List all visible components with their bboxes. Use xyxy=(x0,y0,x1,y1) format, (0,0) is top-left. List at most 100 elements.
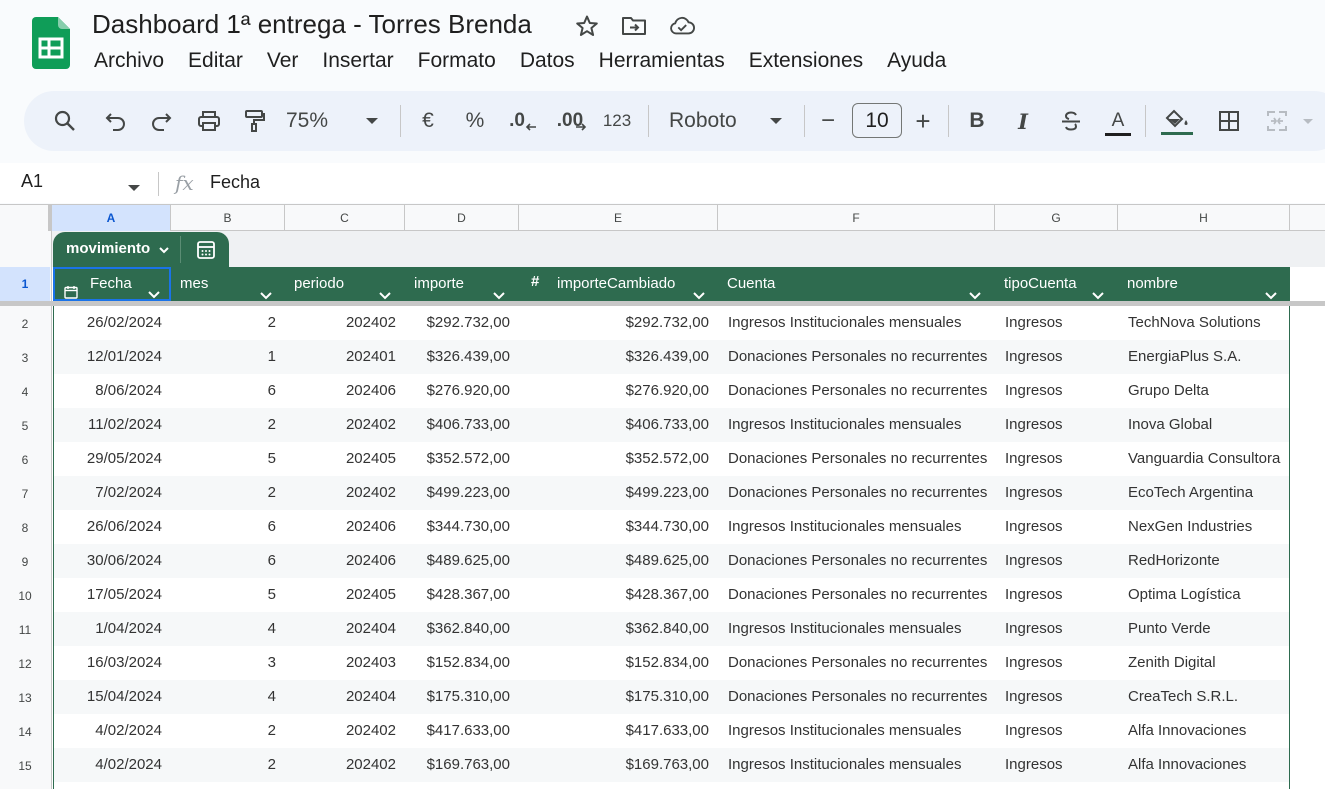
menu-datos[interactable]: Datos xyxy=(508,46,587,76)
cell-importecambiado[interactable]: $417.633,00 xyxy=(520,714,709,748)
font-family-select[interactable]: Roboto xyxy=(669,91,749,151)
cell-nombre[interactable]: EcoTech Argentina xyxy=(1128,476,1289,510)
cell-importecambiado[interactable]: $276.920,00 xyxy=(520,374,709,408)
cell-importe[interactable]: $362.840,00 xyxy=(406,612,510,646)
decrease-font-size-button[interactable]: − xyxy=(817,91,839,151)
header-cell-periodo[interactable]: periodo xyxy=(285,267,405,301)
cell-cuenta[interactable]: Donaciones Personales no recurrentes xyxy=(728,340,994,374)
column-header-e[interactable]: E xyxy=(519,205,718,231)
cell-periodo[interactable]: 202406 xyxy=(286,374,396,408)
cell-importe[interactable]: $292.732,00 xyxy=(406,306,510,340)
cell-fecha[interactable]: 15/04/2024 xyxy=(54,680,162,714)
cell-nombre[interactable]: RedHorizonte xyxy=(1128,544,1289,578)
cell-importe[interactable]: $417.633,00 xyxy=(406,714,510,748)
chevron-down-icon[interactable] xyxy=(157,243,171,262)
strikethrough-icon[interactable] xyxy=(1058,91,1084,151)
cell-importe[interactable]: $352.572,00 xyxy=(406,442,510,476)
formula-input[interactable]: Fecha xyxy=(210,172,260,193)
cell-mes[interactable]: 4 xyxy=(172,680,276,714)
cell-tipocuenta[interactable]: Ingresos xyxy=(1005,612,1117,646)
cell-tipocuenta[interactable]: Ingresos xyxy=(1005,578,1117,612)
row-header[interactable]: 2 xyxy=(0,317,50,331)
italic-button[interactable]: I xyxy=(1011,91,1035,151)
cell-importecambiado[interactable]: $175.310,00 xyxy=(520,680,709,714)
cell-nombre[interactable]: Vanguardia Consultora xyxy=(1128,442,1289,476)
cell-cuenta[interactable]: Ingresos Institucionales mensuales xyxy=(728,306,994,340)
header-cell-mes[interactable]: mes xyxy=(171,267,285,301)
cell-nombre[interactable]: Optima Logística xyxy=(1128,578,1289,612)
cell-importe[interactable]: $276.920,00 xyxy=(406,374,510,408)
header-cell-importecambiado[interactable]: # importeCambiado xyxy=(519,267,718,301)
cell-fecha[interactable]: 4/02/2024 xyxy=(54,748,162,782)
star-icon[interactable] xyxy=(574,13,600,39)
cell-cuenta[interactable]: Donaciones Personales no recurrentes xyxy=(728,578,994,612)
cell-cuenta[interactable]: Ingresos Institucionales mensuales xyxy=(728,408,994,442)
column-header-a[interactable]: A xyxy=(52,205,171,231)
cell-periodo[interactable]: 202406 xyxy=(286,544,396,578)
cell-nombre[interactable]: Grupo Delta xyxy=(1128,374,1289,408)
cell-mes[interactable]: 5 xyxy=(172,578,276,612)
cell-fecha[interactable]: 7/02/2024 xyxy=(54,476,162,510)
percent-format-button[interactable]: % xyxy=(462,91,488,151)
cell-importecambiado[interactable]: $326.439,00 xyxy=(520,340,709,374)
column-header-c[interactable]: C xyxy=(285,205,405,231)
cloud-saved-icon[interactable] xyxy=(669,13,695,39)
cell-mes[interactable]: 6 xyxy=(172,544,276,578)
row-header[interactable]: 9 xyxy=(0,555,50,569)
header-cell-tipocuenta[interactable]: tipoCuenta xyxy=(995,267,1118,301)
cell-mes[interactable]: 2 xyxy=(172,408,276,442)
row-header[interactable]: 3 xyxy=(0,351,50,365)
cell-nombre[interactable]: Alfa Innovaciones xyxy=(1128,748,1289,782)
cell-periodo[interactable]: 202402 xyxy=(286,748,396,782)
cell-mes[interactable]: 6 xyxy=(172,374,276,408)
cell-cuenta[interactable]: Donaciones Personales no recurrentes xyxy=(728,646,994,680)
cell-fecha[interactable]: 16/03/2024 xyxy=(54,646,162,680)
cell-periodo[interactable]: 202403 xyxy=(286,646,396,680)
redo-icon[interactable] xyxy=(146,91,176,151)
cell-mes[interactable]: 6 xyxy=(172,510,276,544)
cell-importe[interactable]: $152.834,00 xyxy=(406,646,510,680)
cell-importe[interactable]: $344.730,00 xyxy=(406,510,510,544)
header-cell-fecha[interactable]: Fecha xyxy=(53,267,171,301)
table-name-chip[interactable]: movimiento xyxy=(53,232,229,267)
column-header-f[interactable]: F xyxy=(718,205,995,231)
cell-mes[interactable]: 2 xyxy=(172,748,276,782)
cell-tipocuenta[interactable]: Ingresos xyxy=(1005,748,1117,782)
merge-cells-icon[interactable] xyxy=(1264,91,1290,151)
cell-fecha[interactable]: 11/02/2024 xyxy=(54,408,162,442)
name-box[interactable]: A1 xyxy=(21,171,43,192)
row-header[interactable]: 13 xyxy=(0,691,50,705)
cell-cuenta[interactable]: Donaciones Personales no recurrentes xyxy=(728,680,994,714)
cell-importecambiado[interactable]: $362.840,00 xyxy=(520,612,709,646)
cell-cuenta[interactable]: Ingresos Institucionales mensuales xyxy=(728,510,994,544)
row-header[interactable]: 7 xyxy=(0,487,50,501)
increase-decimal-button[interactable]: .00 xyxy=(552,91,592,151)
cell-tipocuenta[interactable]: Ingresos xyxy=(1005,544,1117,578)
cell-importecambiado[interactable]: $499.223,00 xyxy=(520,476,709,510)
cell-importe[interactable]: $499.223,00 xyxy=(406,476,510,510)
header-cell-nombre[interactable]: nombre xyxy=(1118,267,1290,301)
row-header[interactable]: 8 xyxy=(0,521,50,535)
cell-tipocuenta[interactable]: Ingresos xyxy=(1005,680,1117,714)
menu-insertar[interactable]: Insertar xyxy=(310,46,405,76)
font-dropdown-icon[interactable] xyxy=(766,91,786,151)
currency-format-button[interactable]: € xyxy=(416,91,440,151)
cell-cuenta[interactable]: Donaciones Personales no recurrentes xyxy=(728,442,994,476)
column-header-h[interactable]: H xyxy=(1118,205,1290,231)
cell-cuenta[interactable]: Donaciones Personales no recurrentes xyxy=(728,544,994,578)
cell-nombre[interactable]: NexGen Industries xyxy=(1128,510,1289,544)
cell-tipocuenta[interactable]: Ingresos xyxy=(1005,476,1117,510)
cell-periodo[interactable]: 202405 xyxy=(286,578,396,612)
cell-importe[interactable]: $326.439,00 xyxy=(406,340,510,374)
cell-fecha[interactable]: 30/06/2024 xyxy=(54,544,162,578)
print-icon[interactable] xyxy=(194,91,224,151)
cell-periodo[interactable]: 202404 xyxy=(286,612,396,646)
cell-tipocuenta[interactable]: Ingresos xyxy=(1005,306,1117,340)
text-color-button[interactable]: A xyxy=(1104,91,1132,151)
menu-editar[interactable]: Editar xyxy=(176,46,255,76)
column-header-b[interactable]: B xyxy=(171,205,285,231)
row-header[interactable]: 5 xyxy=(0,419,50,433)
cell-nombre[interactable]: Zenith Digital xyxy=(1128,646,1289,680)
row-header[interactable]: 14 xyxy=(0,725,50,739)
row-header[interactable]: 4 xyxy=(0,385,50,399)
